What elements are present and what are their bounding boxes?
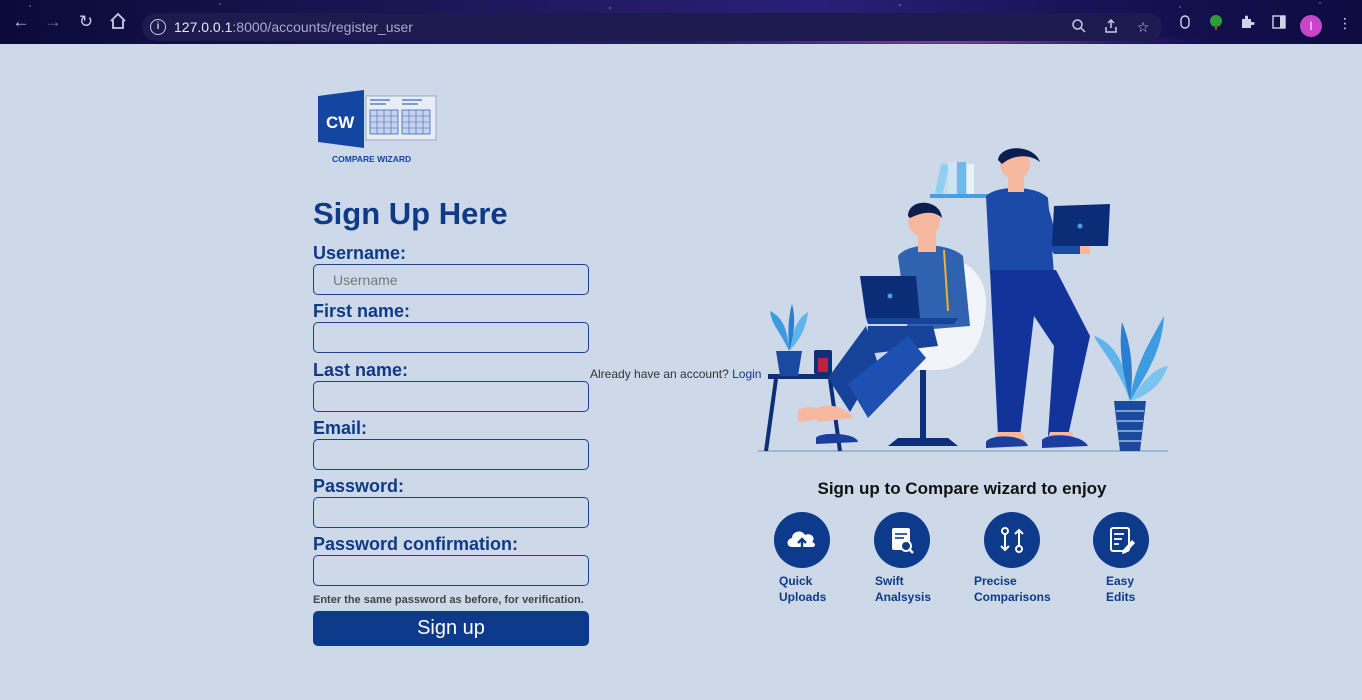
compare-wizard-logo: CW COMPARE WIZARD [316, 90, 438, 168]
feature-label-easy-edits: Easy Edits [1106, 574, 1136, 604]
first-name-label: First name: [313, 301, 411, 321]
username-label: Username: [313, 243, 407, 263]
home-icon[interactable] [108, 12, 128, 32]
zoom-icon[interactable] [1070, 18, 1088, 36]
logo-caption: COMPARE WIZARD [332, 154, 411, 164]
feature-label-swift-analysis: Swift Analsysis [875, 574, 932, 604]
login-prompt-text: Already have an account? [590, 367, 729, 381]
logo-initials: CW [326, 113, 355, 132]
extension-tree-icon[interactable] [1207, 14, 1225, 32]
last-name-input[interactable] [313, 381, 589, 412]
feature-label-precise-comparisons: Precise Comparisons [974, 574, 1051, 604]
email-input[interactable] [313, 439, 589, 470]
extensions-puzzle-icon[interactable] [1238, 14, 1256, 32]
more-menu-icon[interactable]: ⋮ [1336, 14, 1354, 32]
browser-toolbar: ← → ↻ i 127.0.0.1:8000/accounts/register… [0, 0, 1362, 44]
address-bar[interactable]: i 127.0.0.1:8000/accounts/register_user … [142, 13, 1162, 41]
password-confirmation-input[interactable] [313, 555, 589, 586]
cloud-upload-icon [774, 512, 830, 568]
promo-title: Sign up to Compare wizard to enjoy [817, 479, 1107, 498]
profile-avatar[interactable]: I [1300, 15, 1322, 37]
email-label: Email: [313, 418, 368, 438]
feature-label-quick-uploads: Quick Uploads [779, 574, 827, 604]
sign-up-button[interactable]: Sign up [313, 611, 589, 646]
password-confirmation-label: Password confirmation: [313, 534, 519, 554]
bookmark-star-icon[interactable]: ☆ [1134, 18, 1152, 36]
compare-arrows-icon [984, 512, 1040, 568]
extension-mouse-icon[interactable] [1176, 14, 1194, 32]
hero-illustration [758, 146, 1168, 456]
side-panel-icon[interactable] [1270, 14, 1288, 32]
reload-icon[interactable]: ↻ [76, 12, 96, 32]
first-name-input[interactable] [313, 322, 589, 353]
login-prompt: Already have an account? Login [590, 367, 761, 381]
url-text[interactable]: 127.0.0.1:8000/accounts/register_user [174, 19, 413, 35]
document-search-icon [874, 512, 930, 568]
share-icon[interactable] [1102, 18, 1120, 36]
site-info-icon[interactable]: i [150, 19, 166, 35]
forward-icon[interactable]: → [43, 12, 63, 32]
last-name-label: Last name: [313, 360, 409, 380]
back-icon[interactable]: ← [11, 12, 31, 32]
password-label: Password: [313, 476, 405, 496]
password-help-text: Enter the same password as before, for v… [313, 594, 584, 606]
username-input[interactable] [313, 264, 589, 295]
page-title: Sign Up Here [313, 196, 508, 231]
password-input[interactable] [313, 497, 589, 528]
edit-document-icon [1093, 512, 1149, 568]
